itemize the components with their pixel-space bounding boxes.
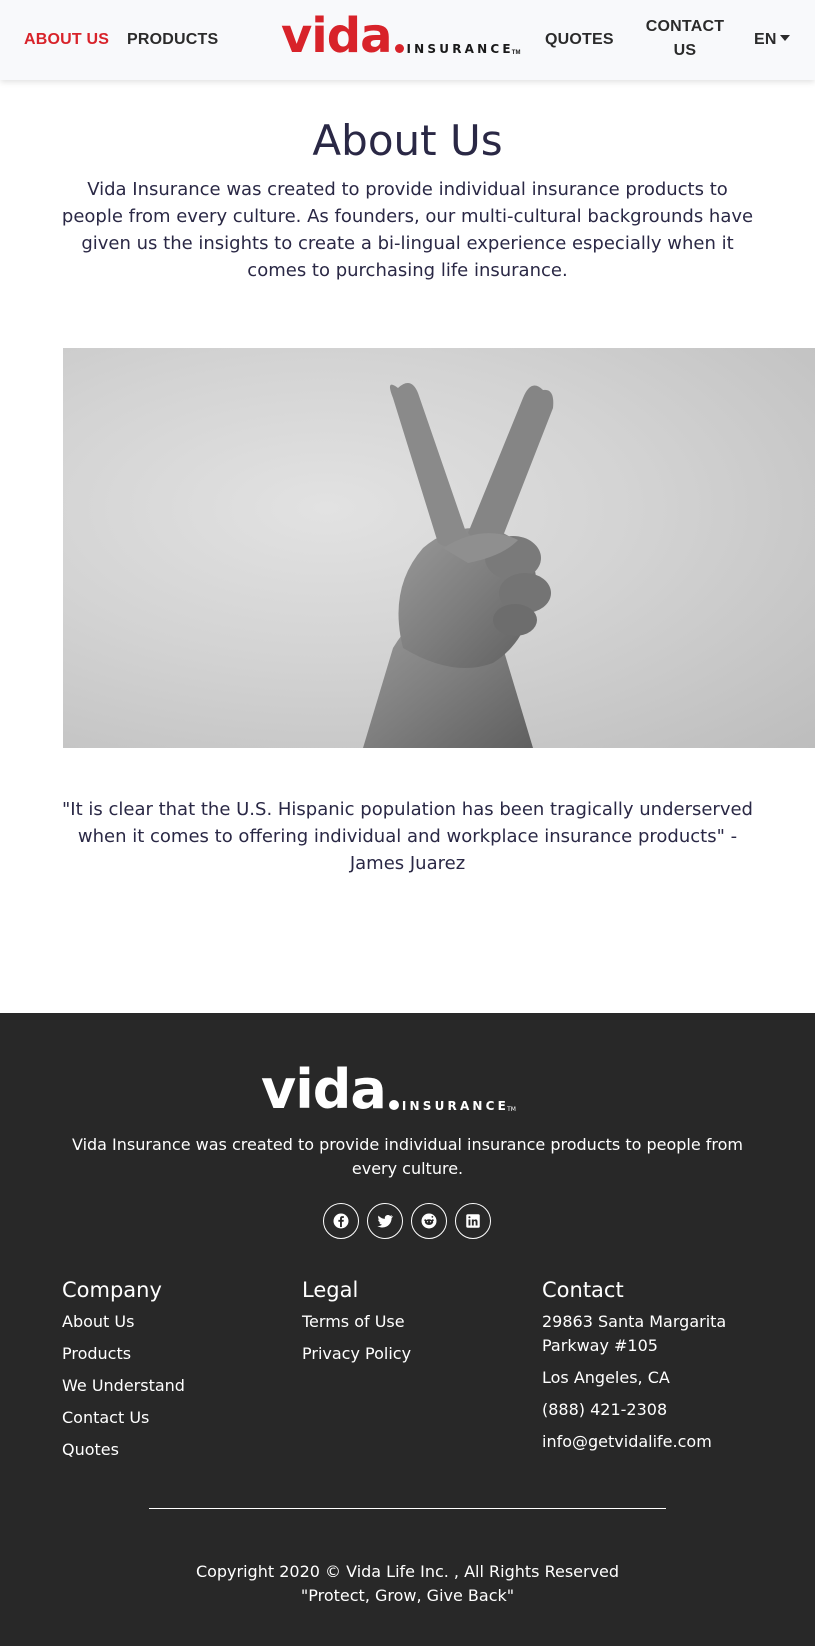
footer-tagline: Vida Insurance was created to provide in…	[71, 1135, 744, 1178]
language-dropdown[interactable]: EN	[754, 28, 790, 52]
footer-link-products[interactable]: Products	[62, 1342, 185, 1366]
footer-link-privacy[interactable]: Privacy Policy	[302, 1342, 411, 1366]
nav-contact-us[interactable]: CONTACT US	[640, 15, 730, 63]
footer-logo-trademark: TM	[507, 1106, 516, 1113]
logo-dot	[394, 44, 404, 53]
footer-divider	[149, 1508, 666, 1509]
site-header: ABOUT US PRODUCTS vida INSURANCE TM QUOT…	[0, 0, 815, 80]
founder-quote: "It is clear that the U.S. Hispanic popu…	[62, 799, 753, 874]
legal-heading: Legal	[302, 1278, 359, 1302]
copyright-block: Copyright 2020 © Vida Life Inc. , All Ri…	[0, 1560, 815, 1608]
copyright-text: Copyright 2020 © Vida Life Inc. , All Ri…	[195, 1562, 620, 1581]
footer-link-quotes[interactable]: Quotes	[62, 1438, 185, 1462]
footer-logo[interactable]: vida INSURANCE TM	[261, 1063, 516, 1117]
facebook-icon	[333, 1213, 349, 1229]
contact-email[interactable]: info@getvidalife.com	[542, 1430, 742, 1454]
about-intro-text: Vida Insurance was created to provide in…	[61, 179, 754, 281]
contact-address: 29863 Santa Margarita Parkway #105	[542, 1312, 727, 1355]
caret-down-icon	[779, 35, 790, 42]
contact-heading: Contact	[542, 1278, 624, 1302]
social-links	[323, 1203, 491, 1239]
logo-wordmark: vida	[281, 8, 392, 64]
footer-column-contact: Contact 29863 Santa Margarita Parkway #1…	[542, 1278, 742, 1462]
footer-link-about-us[interactable]: About Us	[62, 1310, 185, 1334]
twitter-icon	[377, 1214, 394, 1228]
linkedin-button[interactable]	[455, 1203, 491, 1239]
logo-trademark: TM	[511, 50, 521, 56]
footer-link-contact-us[interactable]: Contact Us	[62, 1406, 185, 1430]
hand-illustration	[363, 383, 554, 748]
language-label: EN	[754, 31, 777, 48]
reddit-icon	[421, 1213, 437, 1229]
motto-text: "Protect, Grow, Give Back"	[300, 1586, 515, 1605]
logo-subtitle: INSURANCE	[406, 42, 514, 56]
contact-phone[interactable]: (888) 421-2308	[542, 1398, 742, 1422]
contact-city: Los Angeles, CA	[542, 1368, 670, 1387]
site-footer: vida INSURANCE TM Vida Insurance was cre…	[0, 1013, 815, 1646]
peace-sign-hand-image	[63, 348, 815, 748]
footer-link-we-understand[interactable]: We Understand	[62, 1374, 185, 1398]
footer-logo-dot	[388, 1100, 399, 1110]
nav-about-us[interactable]: ABOUT US	[24, 28, 109, 52]
page-title: About Us	[312, 116, 503, 165]
twitter-button[interactable]	[367, 1203, 403, 1239]
reddit-button[interactable]	[411, 1203, 447, 1239]
footer-logo-subtitle: INSURANCE	[401, 1099, 510, 1113]
company-heading: Company	[62, 1278, 162, 1302]
facebook-button[interactable]	[323, 1203, 359, 1239]
site-logo[interactable]: vida INSURANCE TM	[281, 12, 520, 60]
nav-quotes[interactable]: QUOTES	[545, 28, 614, 52]
footer-column-legal: Legal Terms of Use Privacy Policy	[302, 1278, 411, 1374]
linkedin-icon	[466, 1214, 480, 1228]
nav-products[interactable]: PRODUCTS	[127, 28, 218, 52]
footer-link-terms[interactable]: Terms of Use	[302, 1310, 411, 1334]
footer-column-company: Company About Us Products We Understand …	[62, 1278, 185, 1470]
footer-logo-wordmark: vida	[261, 1058, 387, 1121]
